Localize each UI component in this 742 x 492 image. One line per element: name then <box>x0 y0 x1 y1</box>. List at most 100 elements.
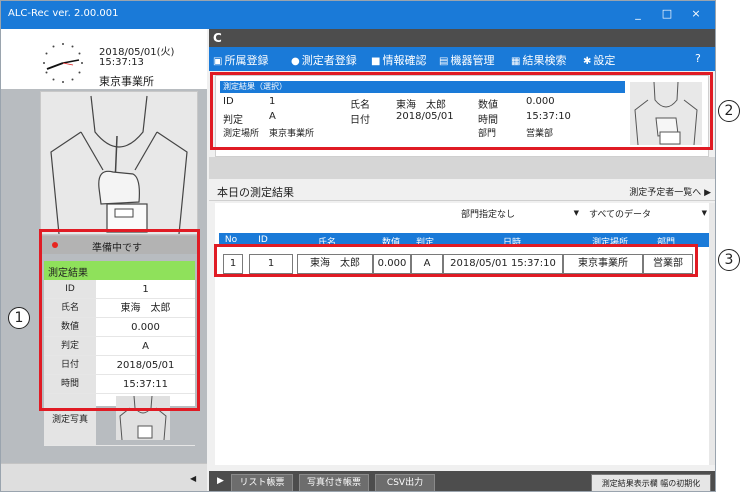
schedule-link-label: 測定予定者一覧へ <box>629 188 702 198</box>
menu-settings[interactable]: ✱ 設定 <box>583 52 615 68</box>
table-header: No ID 氏名 数値 判定 日時 測定場所 部門 <box>219 233 709 248</box>
vertical-scrollbar[interactable] <box>709 203 715 465</box>
folder-icon: ▣ <box>213 56 223 67</box>
device-icon: ▤ <box>439 56 449 67</box>
cell-num: 0.000 <box>373 254 411 274</box>
sel-judge-label: 判定 <box>223 115 243 126</box>
menu-label: 所属登録 <box>224 54 269 67</box>
window-title: ALC-Rec ver. 2.00.001 <box>8 8 119 19</box>
toolbar: C ▣ 所属登録 ● 測定者登録 ■ 情報確認 ▤ 機器管理 ▦ 結果検索 ✱ 設定 ? <box>209 29 715 71</box>
photo-report-button[interactable]: 写真付き帳票 <box>299 474 369 491</box>
sel-num-value: 0.000 <box>526 96 555 107</box>
gear-icon: ✱ <box>583 56 592 67</box>
menu-subject[interactable]: ● 測定者登録 <box>291 52 357 68</box>
sel-place-value: 東京事業所 <box>269 129 315 139</box>
callout-3: 3 <box>718 249 740 271</box>
result-value: 0.000 <box>131 322 160 333</box>
col-no[interactable]: No <box>221 235 241 245</box>
result-label: 氏名 <box>44 299 96 317</box>
maximize-button[interactable]: □ <box>657 6 677 22</box>
menu-bar: ▣ 所属登録 ● 測定者登録 ■ 情報確認 ▤ 機器管理 ▦ 結果検索 ✱ 設定 ? <box>209 47 715 71</box>
menu-device[interactable]: ▤ 機器管理 <box>439 52 494 68</box>
selected-photo-image <box>634 81 698 146</box>
play-arrow-icon: ▶ <box>701 188 711 198</box>
callout-1: 1 <box>8 307 30 329</box>
chevron-down-icon: ▼ <box>701 209 707 217</box>
sel-time-label: 時間 <box>478 115 498 126</box>
result-label: 時間 <box>44 375 96 393</box>
col-place[interactable]: 測定場所 <box>573 235 647 248</box>
list-report-button[interactable]: リスト帳票 <box>231 474 293 491</box>
cell-name: 東海 太郎 <box>297 254 373 274</box>
clock-date: 2018/05/01(火) <box>99 47 175 58</box>
sel-date-value: 2018/05/01 <box>396 111 454 122</box>
col-dept[interactable]: 部門 <box>641 235 691 248</box>
collapse-left-icon[interactable]: ◀ <box>190 474 196 483</box>
dept-filter-select[interactable]: 部門指定なし ▼ <box>461 207 581 224</box>
result-row: ID 1 <box>44 280 195 299</box>
chevron-down-icon: ▼ <box>573 209 579 217</box>
menu-search[interactable]: ▦ 結果検索 <box>511 52 566 68</box>
result-photo-row: 測定写真 <box>44 394 195 446</box>
col-num[interactable]: 数値 <box>373 235 409 248</box>
table-row[interactable]: 1 1 東海 太郎 0.000 A 2018/05/01 15:37:10 東京… <box>219 254 699 274</box>
result-row: 判定 A <box>44 337 195 356</box>
col-judge[interactable]: 判定 <box>411 235 439 248</box>
breath-tester-illustration <box>50 95 188 235</box>
result-label: 日付 <box>44 356 96 374</box>
schedule-link[interactable]: 測定予定者一覧へ ▶ <box>629 185 711 198</box>
col-id[interactable]: ID <box>249 235 277 245</box>
col-name[interactable]: 氏名 <box>297 235 357 248</box>
sel-id-value: 1 <box>269 96 276 107</box>
cell-id: 1 <box>249 254 293 274</box>
clock-location: 東京事業所 <box>99 75 154 88</box>
menu-label: 測定者登録 <box>301 54 357 67</box>
col-datetime[interactable]: 日時 <box>445 235 579 248</box>
dept-filter-value: 部門指定なし <box>461 210 516 220</box>
data-filter-value: すべてのデータ <box>589 210 652 220</box>
data-filter-select[interactable]: すべてのデータ ▼ <box>589 207 709 224</box>
result-panel-header: 測定結果 <box>44 261 195 280</box>
live-camera-view <box>40 91 198 235</box>
clock-time: 15:37:13 <box>99 57 144 68</box>
refresh-icon[interactable]: C <box>213 31 222 45</box>
result-value: 2018/05/01 <box>116 360 175 371</box>
selected-photo[interactable] <box>630 81 702 146</box>
reset-widths-button[interactable]: 測定結果表示欄 幅の初期化 <box>591 474 711 491</box>
sel-name-value: 東海 太郎 <box>396 100 446 111</box>
cell-datetime: 2018/05/01 15:37:10 <box>443 254 563 274</box>
clock-box: 2018/05/01(火) 15:37:13 東京事業所 <box>1 29 207 89</box>
divider-band <box>209 157 715 179</box>
result-photo-thumbnail[interactable] <box>116 395 170 441</box>
menu-label: 結果検索 <box>522 54 567 67</box>
menu-label: 設定 <box>593 54 616 67</box>
menu-info[interactable]: ■ 情報確認 <box>371 52 426 68</box>
status-bar: 準備中です <box>40 236 198 254</box>
help-button[interactable]: ? <box>695 52 701 65</box>
expand-icon[interactable]: ▶ <box>217 476 224 486</box>
today-title: 本日の測定結果 <box>217 186 294 199</box>
clock-icon <box>43 43 83 83</box>
close-button[interactable]: × <box>686 6 706 22</box>
cell-dept: 営業部 <box>643 254 693 274</box>
result-value: A <box>142 341 149 352</box>
csv-export-button[interactable]: CSV出力 <box>375 474 435 491</box>
selected-header: 測定結果（選択） <box>220 81 625 93</box>
sel-dept-value: 営業部 <box>526 129 554 139</box>
result-value: 東海 太郎 <box>120 303 171 314</box>
result-label: ID <box>44 280 96 298</box>
cell-judge: A <box>411 254 443 274</box>
result-row: 数値 0.000 <box>44 318 195 337</box>
left-footer: ◀ <box>1 463 207 491</box>
result-label: 判定 <box>44 337 96 355</box>
sel-id-label: ID <box>223 96 234 107</box>
left-panel: 2018/05/01(火) 15:37:13 東京事業所 準備中です 測定結果 <box>1 29 207 491</box>
menu-affiliation[interactable]: ▣ 所属登録 <box>213 52 268 68</box>
sel-date-label: 日付 <box>350 115 370 126</box>
selected-result-box: 測定結果（選択） ID 1 判定 A 測定場所 東京事業所 氏名 東海 太郎 日… <box>215 75 709 157</box>
cell-no: 1 <box>223 254 243 274</box>
minimize-button[interactable]: _ <box>628 6 648 22</box>
bottom-bar: ▶ リスト帳票 写真付き帳票 CSV出力 測定結果表示欄 幅の初期化 <box>209 471 715 491</box>
thumbnail-image <box>119 395 167 441</box>
today-results-table: 部門指定なし ▼ すべてのデータ ▼ No ID 氏名 数値 判定 日時 測定場… <box>215 203 715 465</box>
